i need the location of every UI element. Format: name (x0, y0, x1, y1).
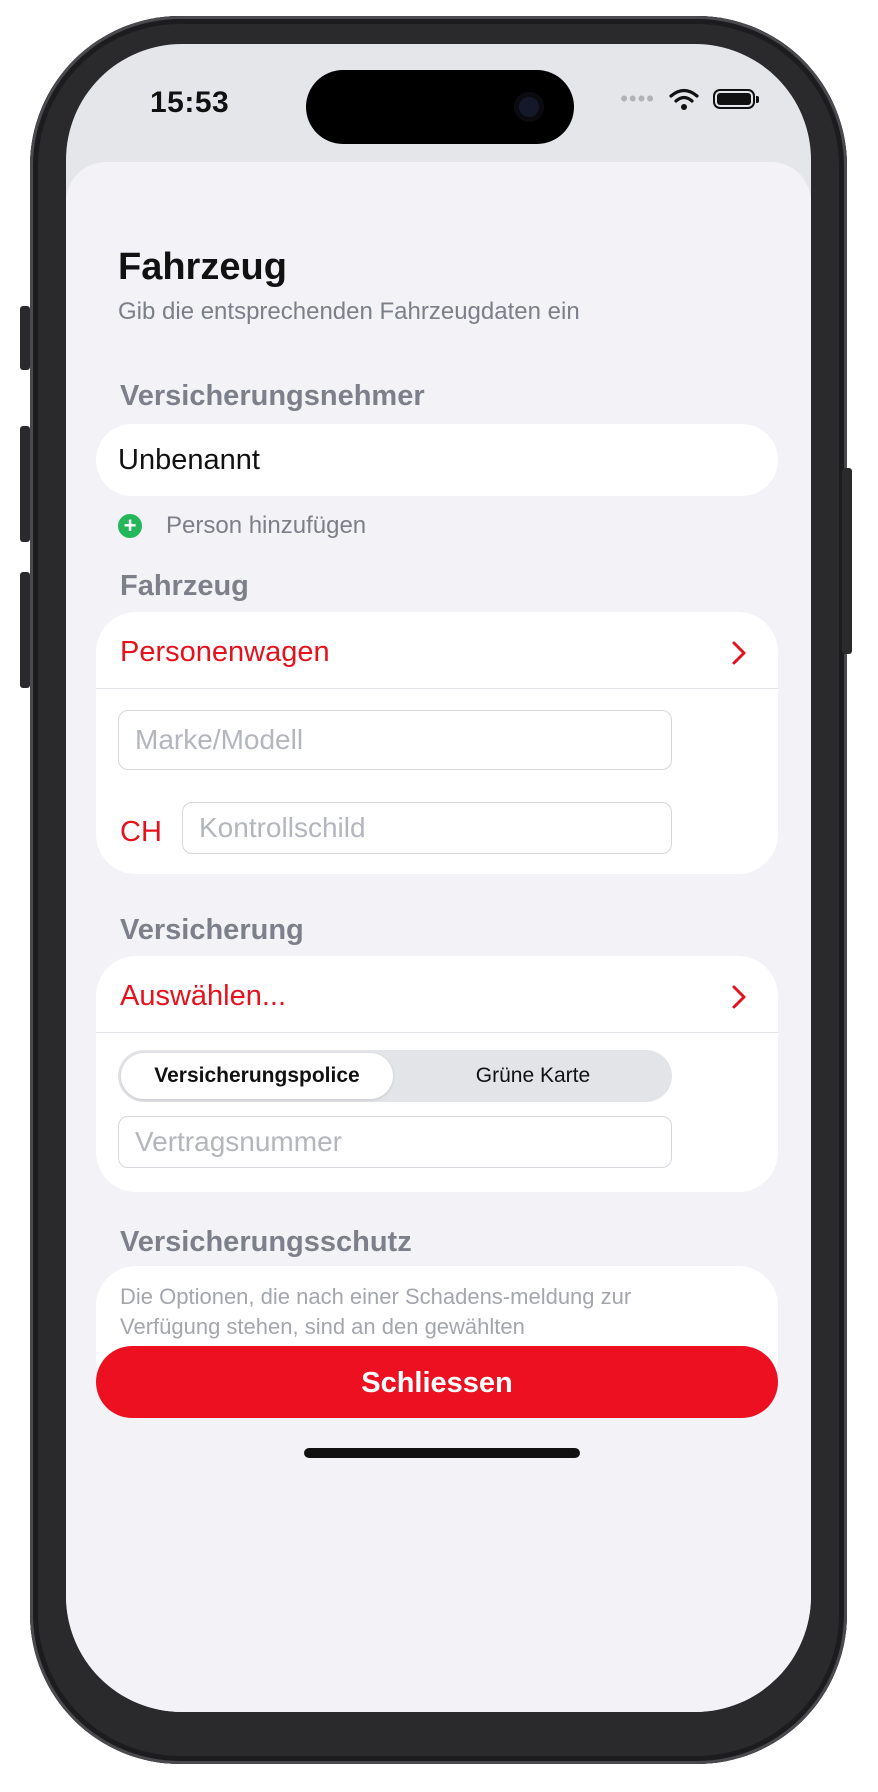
policyholder-card[interactable]: Unbenannt (96, 424, 778, 496)
country-code-label: CH (120, 816, 162, 848)
vehicle-type-row[interactable]: Personenwagen (96, 612, 778, 698)
dynamic-island (306, 70, 574, 144)
section-header-coverage: Versicherungsschutz (120, 1226, 412, 1258)
camera-icon (514, 92, 544, 122)
section-header-insurance: Versicherung (120, 914, 304, 946)
volume-down-button (20, 572, 30, 688)
contract-number-input[interactable] (118, 1116, 672, 1168)
section-header-vehicle: Fahrzeug (120, 570, 249, 602)
power-button (842, 468, 852, 654)
insurance-select-label: Auswählen... (120, 980, 287, 1012)
page-subtitle: Gib die entsprechenden Fahrzeugdaten ein (118, 298, 580, 325)
add-person-button[interactable]: + Person hinzufügen (118, 512, 366, 540)
silent-switch (20, 306, 30, 370)
signal-dots: •••• (620, 86, 655, 111)
add-person-label: Person hinzufügen (166, 512, 367, 539)
battery-icon (713, 89, 759, 109)
volume-up-button (20, 426, 30, 542)
vehicle-card: Personenwagen CH (96, 612, 778, 874)
close-button[interactable]: Schliessen (96, 1346, 778, 1418)
divider (96, 688, 778, 689)
license-plate-input[interactable] (182, 802, 672, 854)
divider (96, 1032, 778, 1033)
vehicle-type-label: Personenwagen (120, 636, 330, 668)
document-type-segmented-control: Versicherungspolice Grüne Karte (118, 1050, 672, 1102)
tab-insurance-policy[interactable]: Versicherungspolice (121, 1053, 393, 1099)
wifi-icon (669, 88, 699, 110)
chevron-right-icon (732, 985, 746, 1009)
policyholder-name[interactable]: Unbenannt (118, 444, 260, 477)
insurance-card: Auswählen... Versicherungspolice Grüne K… (96, 956, 778, 1192)
status-icons: •••• (620, 86, 759, 112)
status-time: 15:53 (150, 86, 230, 119)
section-header-policyholder: Versicherungsnehmer (120, 380, 425, 412)
phone-screen: 15:53 •••• Fahrzeug Gib die entsprechend… (66, 44, 811, 1712)
make-model-input[interactable] (118, 710, 672, 770)
page-title: Fahrzeug (118, 246, 287, 288)
insurance-select-row[interactable]: Auswählen... (96, 956, 778, 1042)
tab-green-card[interactable]: Grüne Karte (397, 1053, 669, 1099)
modal-sheet: Fahrzeug Gib die entsprechenden Fahrzeug… (66, 162, 811, 1712)
chevron-right-icon (732, 641, 746, 665)
plus-circle-icon: + (118, 514, 142, 538)
home-indicator[interactable] (304, 1448, 580, 1458)
